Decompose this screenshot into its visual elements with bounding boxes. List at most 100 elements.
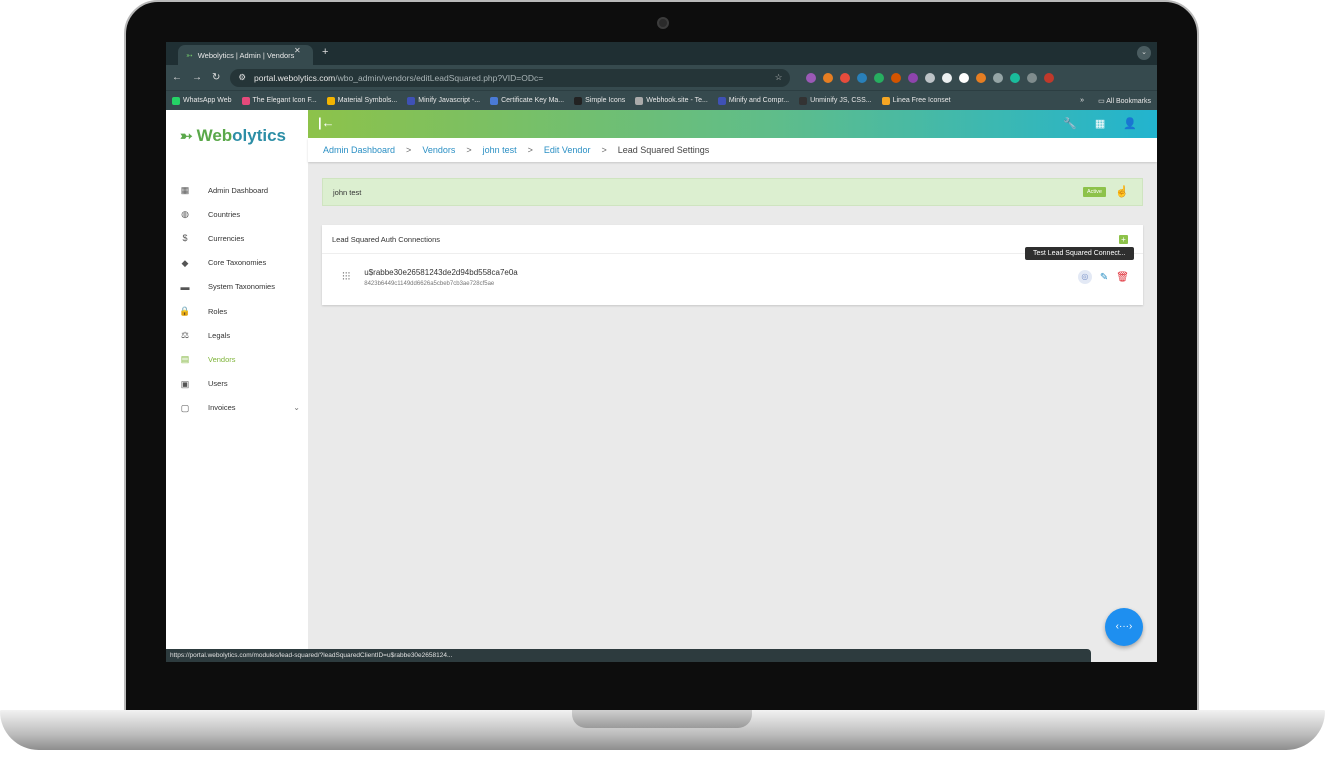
pointer-hand-icon[interactable]: ☝ xyxy=(1115,185,1129,198)
browser-toolbar: ← → ↻ ⚙ portal.webolytics.com/wbo_admin/… xyxy=(166,65,1157,90)
url-path: /wbo_admin/vendors/editLeadSquared.php?V… xyxy=(335,72,544,83)
sidebar-item-currencies[interactable]: $ Currencies xyxy=(166,226,308,250)
browser-tab[interactable]: ➳ Webolytics | Admin | Vendors xyxy=(178,45,313,65)
all-bookmarks-button[interactable]: ▭ All Bookmarks xyxy=(1098,97,1151,105)
address-bar[interactable]: ⚙ portal.webolytics.com/wbo_admin/vendor… xyxy=(230,68,791,87)
bookmark-favicon-icon xyxy=(172,96,180,105)
bookmark-item[interactable]: Minify and Compr... xyxy=(717,96,789,105)
client-id: u$rabbe30e26581243de2d94bd558ca7e0a xyxy=(364,268,518,277)
bookmarks-bar: WhatsApp Web The Elegant Icon F... Mater… xyxy=(166,90,1157,110)
sidebar-item-users[interactable]: ▣ Users xyxy=(166,372,308,396)
row-actions: ◎ ✎ 🗑 xyxy=(1077,270,1129,284)
bookmark-star-icon[interactable]: ☆ xyxy=(775,72,783,83)
collapse-sidebar-icon[interactable]: |← xyxy=(318,115,335,130)
breadcrumb-admin-dashboard[interactable]: Admin Dashboard xyxy=(323,145,395,155)
logo-text-suffix: olytics xyxy=(232,126,287,145)
extension-icon[interactable] xyxy=(959,72,970,83)
bookmark-favicon-icon xyxy=(241,96,250,105)
extensions-bar xyxy=(806,72,1055,83)
logo[interactable]: ➳ Webolytics xyxy=(180,126,286,146)
site-info-icon[interactable]: ⚙ xyxy=(238,72,246,83)
sidebar-item-invoices[interactable]: ▢ Invoices ⌄ xyxy=(166,396,308,420)
lock-icon: 🔒 xyxy=(179,306,191,317)
extension-icon[interactable] xyxy=(908,72,919,83)
sidebar-item-vendors[interactable]: ▤ Vendors xyxy=(166,347,308,371)
apps-grid-icon[interactable]: ▦ xyxy=(1095,117,1105,130)
breadcrumb-vendor[interactable]: john test xyxy=(483,145,517,155)
new-tab-button[interactable]: + xyxy=(322,46,328,58)
api-fab-button[interactable]: ‹···› xyxy=(1105,608,1143,646)
status-badge: Active xyxy=(1083,187,1106,197)
breadcrumb-separator: > xyxy=(601,145,607,155)
chevron-down-icon[interactable]: ⌄ xyxy=(293,403,300,412)
sidebar-item-countries[interactable]: ◍ Countries xyxy=(166,202,308,226)
tab-search-icon[interactable]: ⌄ xyxy=(1137,46,1151,60)
user-icon[interactable]: 👤 xyxy=(1123,117,1137,130)
sidebar-item-legals[interactable]: ⚖ Legals xyxy=(166,323,308,347)
breadcrumb-separator: > xyxy=(466,145,472,155)
tab-favicon-icon: ➳ xyxy=(186,50,193,60)
bookmark-item[interactable]: Simple Icons xyxy=(574,96,625,105)
fingerprint-icon[interactable]: ◎ xyxy=(1077,270,1092,284)
card-title: Lead Squared Auth Connections xyxy=(322,225,1143,254)
extension-icon[interactable] xyxy=(840,72,851,83)
extension-icon[interactable] xyxy=(1027,72,1038,83)
extension-icon[interactable] xyxy=(942,72,953,83)
connections-card: Lead Squared Auth Connections + ⫶⫶⫶ u$ra… xyxy=(322,225,1143,305)
bookmark-item[interactable]: Minify Javascript -... xyxy=(407,96,480,105)
breadcrumb-vendors[interactable]: Vendors xyxy=(422,145,455,155)
main-content: |← 🔧 ▦ 👤 Admin Dashboard > Vendors > joh… xyxy=(308,110,1157,662)
tab-close-icon[interactable]: ✕ xyxy=(294,46,301,55)
add-connection-button[interactable]: + xyxy=(1119,235,1128,244)
breadcrumb-edit-vendor[interactable]: Edit Vendor xyxy=(544,145,591,155)
extension-icon[interactable] xyxy=(993,72,1004,83)
tag-icon: ◆ xyxy=(181,257,189,268)
webcam xyxy=(657,17,669,29)
sidebar-item-system-taxonomies[interactable]: ▬ System Taxonomies xyxy=(166,275,308,299)
extension-icon[interactable] xyxy=(823,72,834,83)
globe-icon: ◍ xyxy=(181,209,189,220)
extension-icon[interactable] xyxy=(925,72,936,83)
bookmark-favicon-icon xyxy=(799,96,808,105)
more-bookmarks-button[interactable]: » xyxy=(1080,97,1084,105)
extension-icon[interactable] xyxy=(857,72,868,83)
sidebar-item-admin-dashboard[interactable]: ▦ Admin Dashboard xyxy=(166,178,308,202)
breadcrumb: Admin Dashboard > Vendors > john test > … xyxy=(308,138,1157,162)
wrench-icon[interactable]: 🔧 xyxy=(1063,117,1077,130)
wallet-icon: ▢ xyxy=(180,402,190,413)
dollar-icon: $ xyxy=(182,233,188,244)
client-secret: 8423b6449c1149dd6626a5cbeb7cb3ae728cf5ae xyxy=(364,281,495,287)
extension-icon[interactable] xyxy=(891,72,902,83)
tune-icon: ⫶⫶⫶ xyxy=(342,271,351,283)
bookmark-item[interactable]: Webhook.site - Te... xyxy=(635,96,708,105)
extension-icon[interactable] xyxy=(976,72,987,83)
sidebar-item-roles[interactable]: 🔒 Roles xyxy=(166,299,308,323)
bookmark-item[interactable]: Unminify JS, CSS... xyxy=(799,96,872,105)
profile-avatar[interactable] xyxy=(1044,72,1055,83)
bookmark-favicon-icon xyxy=(717,96,726,105)
edit-icon[interactable]: ✎ xyxy=(1100,272,1108,283)
forward-icon[interactable]: → xyxy=(192,72,202,83)
bookmark-item[interactable]: Material Symbols... xyxy=(326,96,397,105)
breadcrumb-separator: > xyxy=(406,145,412,155)
sidebar-item-core-taxonomies[interactable]: ◆ Core Taxonomies xyxy=(166,251,308,275)
logo-arrow-icon: ➳ xyxy=(180,128,193,145)
screen: ➳ Webolytics | Admin | Vendors ✕ + ⌄ ← →… xyxy=(166,42,1157,662)
browser-tabbar: ➳ Webolytics | Admin | Vendors ✕ + ⌄ xyxy=(166,42,1157,65)
extension-icon[interactable] xyxy=(874,72,885,83)
bookmark-item[interactable]: The Elegant Icon F... xyxy=(241,96,317,105)
top-app-bar: |← 🔧 ▦ 👤 xyxy=(308,110,1157,138)
reload-icon[interactable]: ↻ xyxy=(212,72,220,83)
users-icon: ▣ xyxy=(180,378,190,389)
back-icon[interactable]: ← xyxy=(172,72,182,83)
extension-icon[interactable] xyxy=(806,72,817,83)
browser-status-bar: https://portal.webolytics.com/modules/le… xyxy=(166,649,1091,662)
bookmark-item[interactable]: WhatsApp Web xyxy=(172,96,232,105)
bookmark-item[interactable]: Linea Free Iconset xyxy=(881,96,951,105)
breadcrumb-separator: > xyxy=(527,145,533,155)
extension-icon[interactable] xyxy=(1010,72,1021,83)
list-item: ⫶⫶⫶ u$rabbe30e26581243de2d94bd558ca7e0a … xyxy=(342,268,518,287)
delete-icon[interactable]: 🗑 xyxy=(1116,272,1129,283)
app: ➳ Webolytics ▦ Admin Dashboard ◍ Countries… xyxy=(166,110,1157,662)
bookmark-item[interactable]: Certificate Key Ma... xyxy=(490,96,564,105)
